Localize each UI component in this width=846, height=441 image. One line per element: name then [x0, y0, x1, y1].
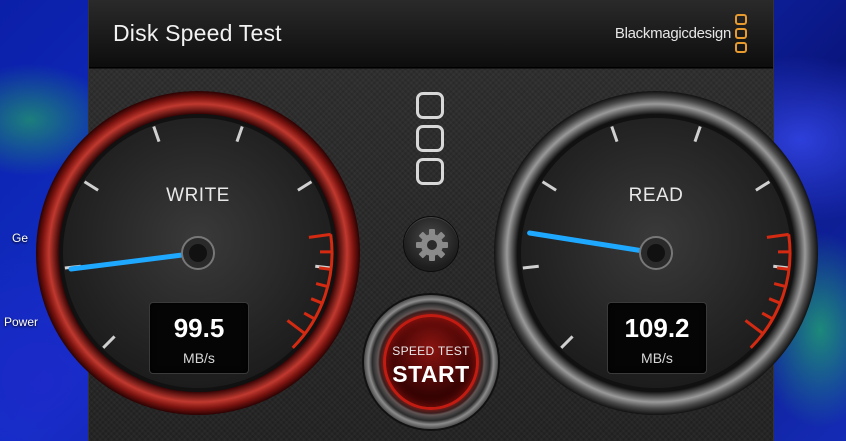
gauge-redzone-tick [318, 266, 332, 271]
start-button-caption: SPEED TEST [392, 344, 470, 358]
write-speed-unit: MB/s [183, 350, 215, 366]
write-gauge-label: WRITE [166, 185, 230, 206]
write-needle-hub-center [189, 244, 207, 262]
blackmagic-logo-icon [416, 92, 446, 191]
title-bar: Disk Speed Test Blackmagicdesign [89, 0, 773, 68]
read-readout: 109.2 MB/s [607, 302, 707, 374]
gauge-redzone-tick [776, 266, 790, 271]
app-window: Disk Speed Test Blackmagicdesign WRITE 9… [36, 0, 818, 441]
read-needle-hub-center [647, 244, 665, 262]
write-speed-value: 99.5 [173, 313, 225, 343]
settings-button[interactable] [403, 216, 459, 272]
desktop-icon-label[interactable]: Ge [12, 231, 28, 245]
read-speed-value: 109.2 [624, 313, 690, 343]
write-readout: 99.5 MB/s [149, 302, 249, 374]
start-button-label: START [392, 361, 470, 387]
brand-logo-icon [735, 14, 747, 56]
gear-icon [416, 229, 448, 261]
brand-name: Blackmagicdesign [614, 25, 731, 42]
app-title: Disk Speed Test [113, 20, 282, 46]
read-speed-unit: MB/s [641, 350, 673, 366]
start-button-face[interactable]: SPEED TEST START [383, 314, 479, 410]
start-button[interactable]: SPEED TEST START [364, 295, 498, 429]
read-gauge: READ 109.2 MB/s [491, 88, 821, 418]
main-panel: WRITE 99.5 MB/s SPEED TEST START READ 10… [36, 69, 818, 441]
gauge-tick [522, 264, 539, 270]
write-gauge: WRITE 99.5 MB/s [33, 88, 363, 418]
read-gauge-label: READ [628, 185, 684, 206]
